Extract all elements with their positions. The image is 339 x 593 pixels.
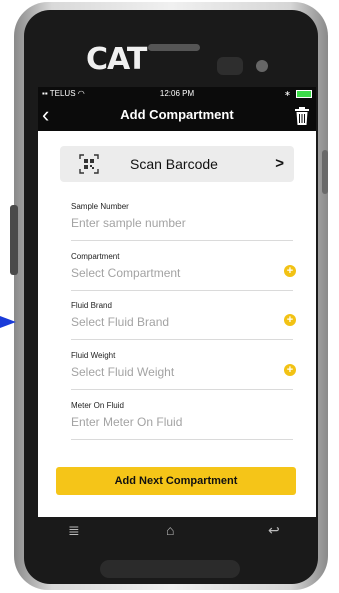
trash-icon[interactable] — [294, 107, 310, 125]
pointer-arrow-icon — [0, 316, 16, 328]
speaker-grille — [148, 44, 200, 51]
meter-on-fluid-input[interactable]: Enter Meter On Fluid — [71, 415, 182, 429]
front-camera — [256, 60, 268, 72]
form-content: Scan Barcode > Sample Number Enter sampl… — [38, 131, 316, 517]
qr-code-icon — [79, 154, 99, 174]
bluetooth-icon: ∗ — [284, 89, 291, 98]
add-fluid-weight-plus-icon[interactable]: + — [284, 364, 296, 376]
status-icons: ∗ — [284, 87, 312, 101]
status-bar: ▪▪ TELUS ◠ 12:06 PM ∗ — [38, 87, 316, 101]
sample-number-label: Sample Number — [71, 202, 129, 211]
fluid-brand-field[interactable]: Fluid Brand Select Fluid Brand + — [71, 301, 296, 340]
status-time: 12:06 PM — [159, 89, 195, 98]
fluid-brand-label: Fluid Brand — [71, 301, 112, 310]
nav-bar: ‹ Add Compartment — [38, 101, 316, 131]
compartment-select[interactable]: Select Compartment — [71, 266, 180, 280]
sample-number-field[interactable]: Sample Number Enter sample number — [71, 202, 293, 241]
side-button-right — [322, 150, 328, 194]
android-softkeys: ≣ ⌂ ↩ — [38, 517, 316, 547]
chevron-right-icon: > — [275, 155, 284, 172]
meter-on-fluid-field[interactable]: Meter On Fluid Enter Meter On Fluid — [71, 401, 293, 440]
cat-logo: CAT — [86, 42, 147, 77]
add-fluid-brand-plus-icon[interactable]: + — [284, 314, 296, 326]
sample-number-input[interactable]: Enter sample number — [71, 216, 186, 230]
fluid-brand-select[interactable]: Select Fluid Brand — [71, 315, 169, 329]
app-screen: ▪▪ TELUS ◠ 12:06 PM ∗ ‹ Add Compartment — [38, 87, 316, 517]
sensor-window — [217, 57, 243, 75]
add-compartment-plus-icon[interactable]: + — [284, 265, 296, 277]
scan-barcode-label: Scan Barcode — [130, 156, 218, 172]
fluid-weight-field[interactable]: Fluid Weight Select Fluid Weight + — [71, 351, 296, 390]
compartment-field[interactable]: Compartment Select Compartment + — [71, 252, 296, 291]
device-stage: CAT ▪▪ TELUS ◠ 12:06 PM ∗ ‹ Add Compartm… — [0, 0, 339, 593]
menu-icon[interactable]: ≣ — [68, 521, 80, 539]
back-arrow-icon[interactable]: ↩ — [268, 521, 280, 539]
page-title: Add Compartment — [120, 107, 234, 122]
side-button-left — [10, 205, 18, 275]
phone-chin — [100, 560, 240, 578]
compartment-label: Compartment — [71, 252, 120, 261]
fluid-weight-select[interactable]: Select Fluid Weight — [71, 365, 174, 379]
home-icon[interactable]: ⌂ — [166, 521, 174, 539]
meter-on-fluid-label: Meter On Fluid — [71, 401, 124, 410]
fluid-weight-label: Fluid Weight — [71, 351, 116, 360]
battery-icon — [296, 89, 312, 98]
scan-barcode-button[interactable]: Scan Barcode > — [60, 146, 294, 182]
add-next-compartment-button[interactable]: Add Next Compartment — [56, 467, 296, 495]
